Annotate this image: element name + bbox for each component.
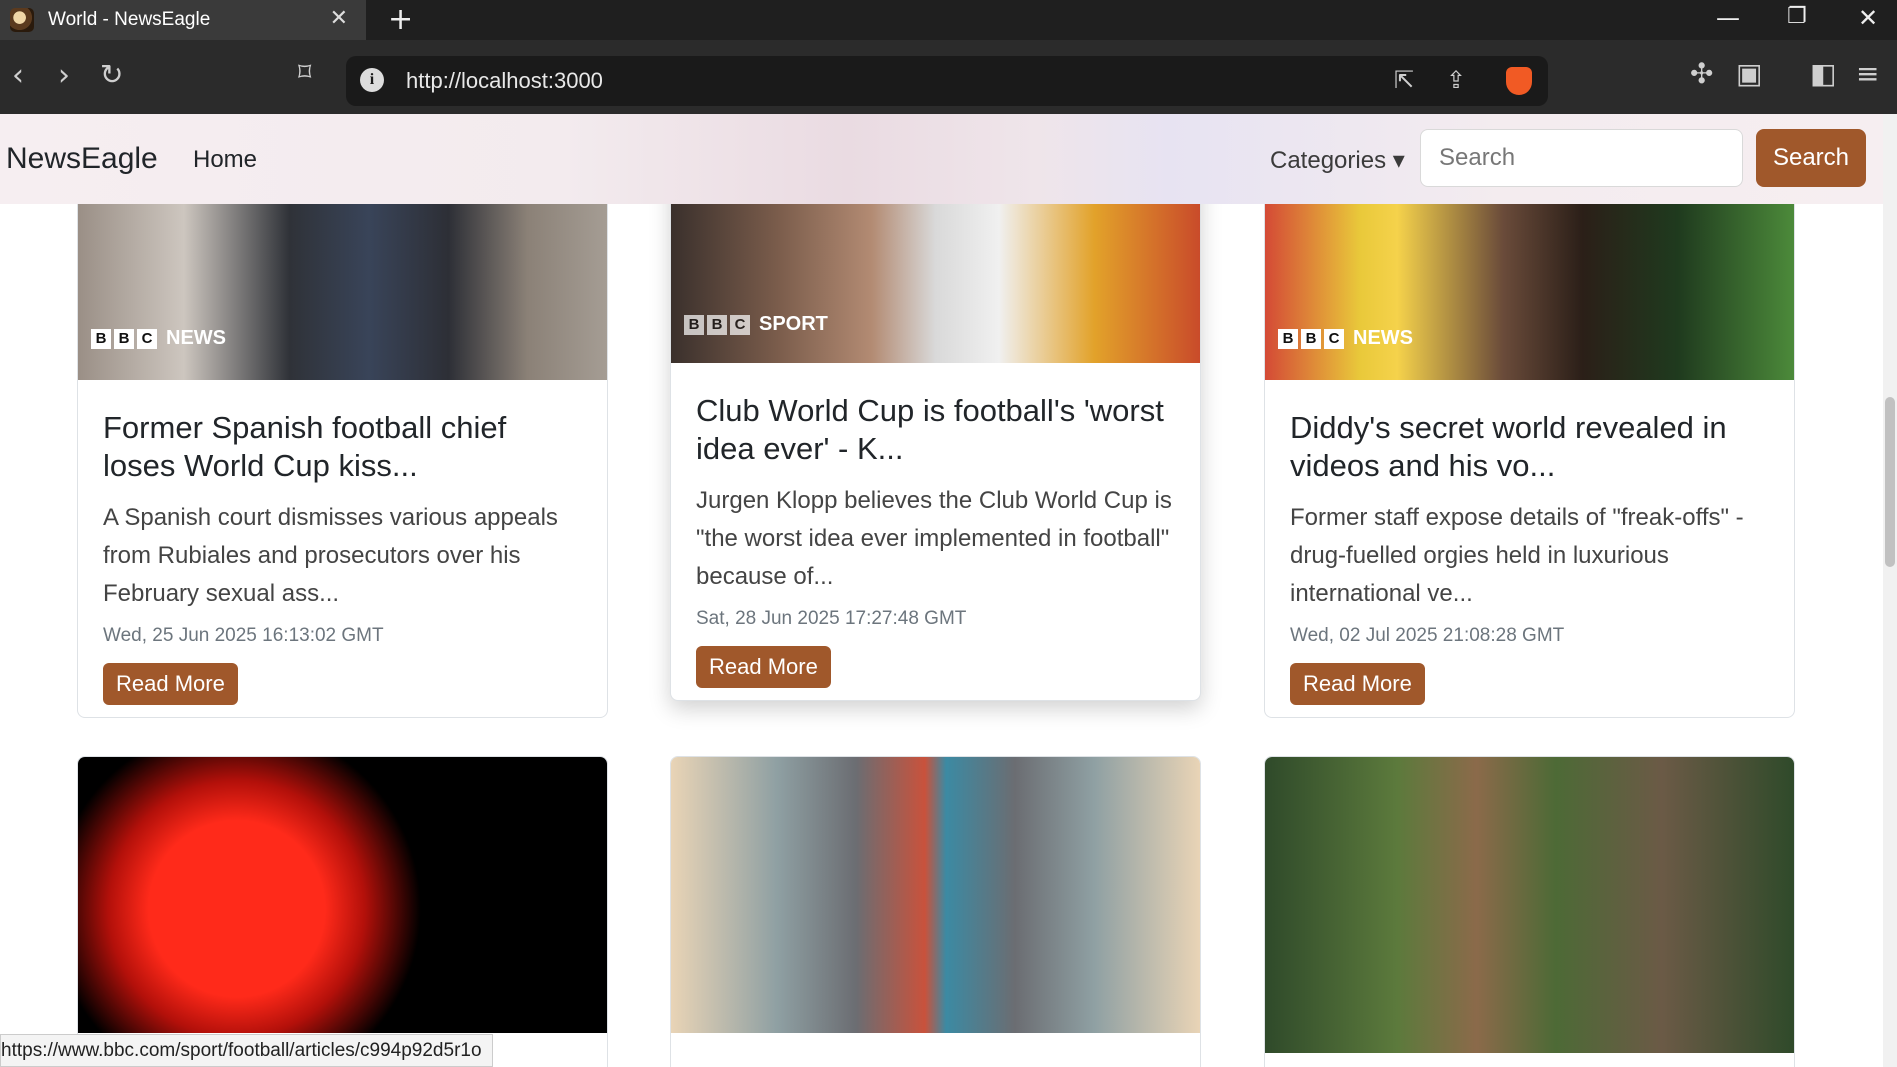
card-body: Former Spanish football chief loses Worl… xyxy=(103,409,582,705)
card-date: Wed, 25 Jun 2025 16:13:02 GMT xyxy=(103,625,384,646)
card-image[interactable] xyxy=(78,757,607,1033)
link-status-bar: https://www.bbc.com/sport/football/artic… xyxy=(0,1034,493,1067)
tab-title: World - NewsEagle xyxy=(48,9,211,30)
card-image[interactable] xyxy=(671,757,1200,1033)
news-card: BBC NEWS Former Spanish football chief l… xyxy=(77,114,608,718)
card-title[interactable]: Club World Cup is football's 'worst idea… xyxy=(696,392,1175,468)
card-image[interactable] xyxy=(1265,757,1794,1053)
card-date: Sat, 28 Jun 2025 17:27:48 GMT xyxy=(696,608,967,629)
bbc-logo: BBC NEWS xyxy=(1278,327,1413,350)
read-more-button[interactable]: Read More xyxy=(696,646,831,688)
bbc-logo: BBC SPORT xyxy=(684,313,828,336)
share-icon[interactable]: ⇪ xyxy=(1446,66,1466,94)
card-description: A Spanish court dismisses various appeal… xyxy=(103,504,558,607)
nav-home-link[interactable]: Home xyxy=(193,146,257,174)
scrollbar-thumb[interactable] xyxy=(1885,397,1895,567)
reload-icon[interactable]: ↻ xyxy=(100,58,123,91)
card-body: Club World Cup is football's 'worst idea… xyxy=(696,392,1175,688)
brave-shield-icon[interactable] xyxy=(1506,67,1532,95)
wallet-icon[interactable]: ▣ xyxy=(1736,57,1762,90)
card-title[interactable]: Diddy's secret world revealed in videos … xyxy=(1290,409,1769,485)
brand-logo[interactable]: NewsEagle xyxy=(6,142,158,176)
bbc-logo: BBC NEWS xyxy=(91,327,226,350)
open-external-icon[interactable]: ⇱ xyxy=(1394,66,1414,94)
search-button[interactable]: Search xyxy=(1756,129,1866,187)
browser-toolbar: ‹ › ↻ ⌑ i http://localhost:3000 ⇱ ⇪ ✣ ▣ … xyxy=(0,40,1897,114)
scrollbar[interactable] xyxy=(1883,114,1897,1067)
restore-icon[interactable]: ❐ xyxy=(1787,4,1807,29)
card-body: Diddy's secret world revealed in videos … xyxy=(1290,409,1769,705)
url-text[interactable]: http://localhost:3000 xyxy=(406,68,603,94)
categories-dropdown[interactable]: Categories ▾ xyxy=(1270,146,1405,175)
favicon-icon xyxy=(10,8,34,32)
card-date: Wed, 02 Jul 2025 21:08:28 GMT xyxy=(1290,625,1565,646)
minimize-icon[interactable]: — xyxy=(1716,4,1740,32)
news-card xyxy=(77,756,608,1067)
forward-icon[interactable]: › xyxy=(58,58,70,93)
back-icon[interactable]: ‹ xyxy=(12,58,24,93)
card-description: Former staff expose details of "freak-of… xyxy=(1290,504,1744,607)
tab-bar: World - NewsEagle ✕ + — ❐ ✕ xyxy=(0,0,1897,40)
address-bar[interactable]: i http://localhost:3000 ⇱ ⇪ xyxy=(346,56,1548,106)
extensions-icon[interactable]: ✣ xyxy=(1690,57,1713,90)
news-card: BBC NEWS Diddy's secret world revealed i… xyxy=(1264,114,1795,718)
page-viewport: NewsEagle Home Categories ▾ Search BBC N… xyxy=(0,114,1897,1067)
bookmark-icon[interactable]: ⌑ xyxy=(298,58,311,88)
news-card xyxy=(1264,756,1795,1067)
card-description: Jurgen Klopp believes the Club World Cup… xyxy=(696,487,1172,590)
menu-icon[interactable]: ≡ xyxy=(1856,57,1879,90)
sidebar-icon[interactable]: ◧ xyxy=(1810,57,1836,90)
card-title[interactable]: Former Spanish football chief loses Worl… xyxy=(103,409,582,485)
close-window-icon[interactable]: ✕ xyxy=(1858,4,1878,32)
read-more-button[interactable]: Read More xyxy=(103,663,238,705)
search-input[interactable] xyxy=(1420,129,1743,187)
site-info-icon[interactable]: i xyxy=(360,68,384,92)
news-card xyxy=(670,756,1201,1067)
active-tab[interactable]: World - NewsEagle ✕ xyxy=(0,0,366,40)
site-navbar: NewsEagle Home Categories ▾ Search xyxy=(0,114,1883,204)
new-tab-button[interactable]: + xyxy=(388,2,413,37)
read-more-button[interactable]: Read More xyxy=(1290,663,1425,705)
close-tab-icon[interactable]: ✕ xyxy=(330,6,348,31)
